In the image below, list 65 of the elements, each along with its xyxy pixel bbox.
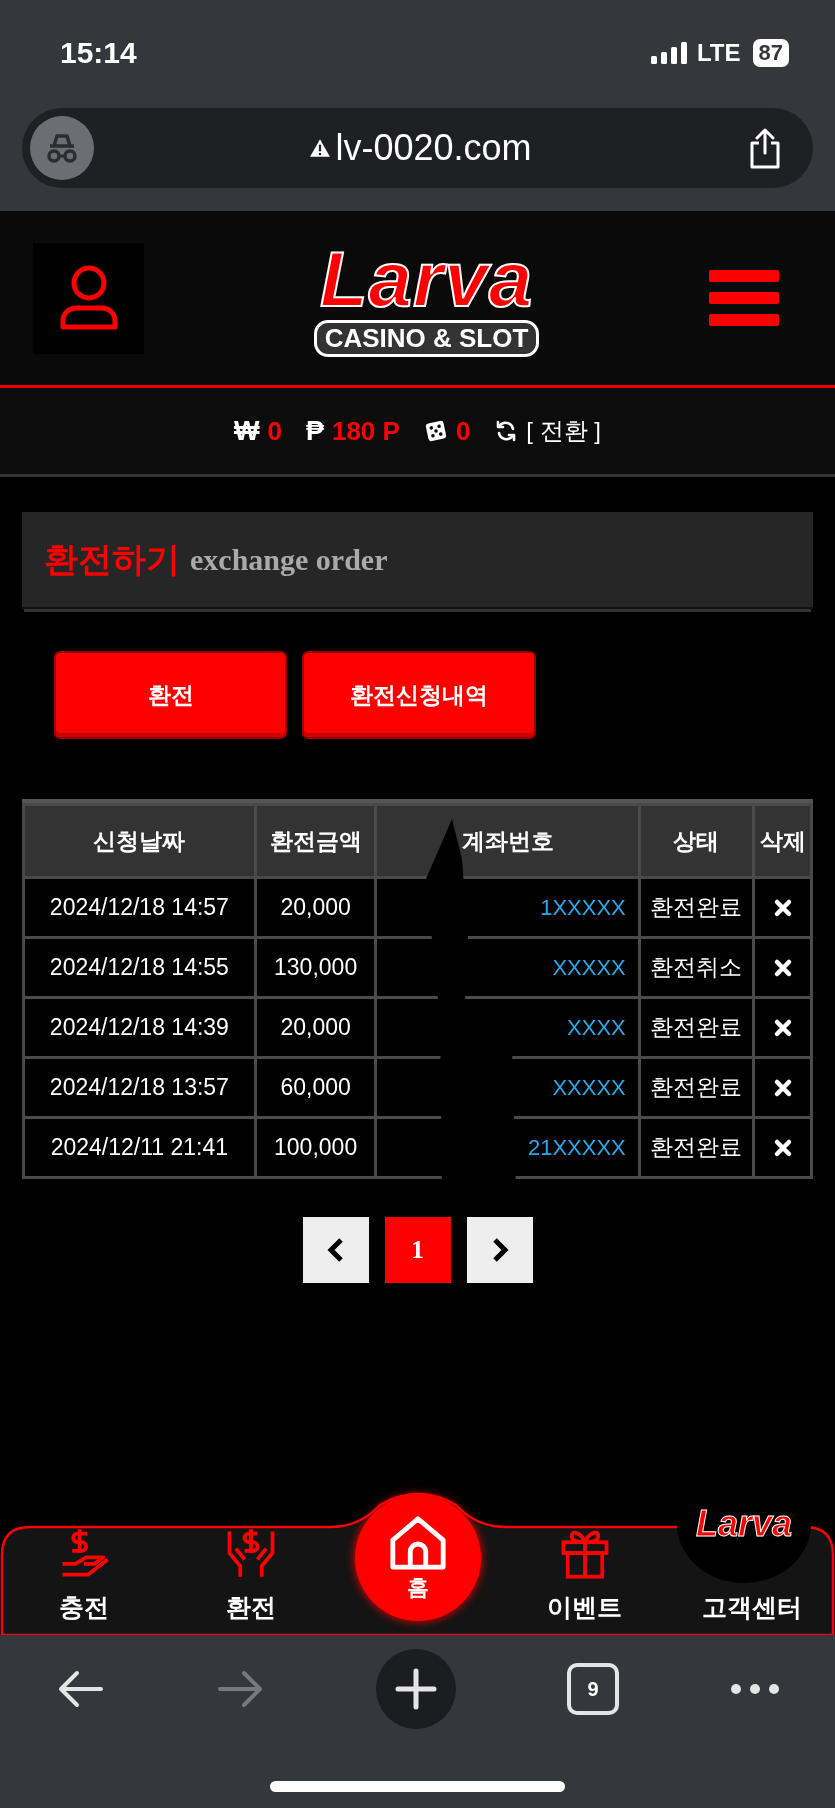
account-link[interactable]: XXXXX [552,955,626,980]
switch-link[interactable]: [ 전환 ] [526,415,602,447]
column-header: 삭제 [755,806,810,876]
table-cell: 2024/12/18 14:57 [25,879,254,936]
page-button[interactable]: 1 [384,1217,451,1283]
table-cell: 2024/12/18 13:57 [25,1059,254,1116]
new-tab-icon[interactable] [376,1649,457,1729]
previous-page-icon[interactable] [302,1217,369,1283]
account-link[interactable]: 21XXXXX [527,1135,626,1160]
account-button[interactable] [33,242,144,354]
url-text: lv-0020.com [335,127,532,169]
nav-item[interactable]: 이벤트 [501,1525,668,1636]
nav-item[interactable]: 충전 [0,1525,167,1636]
balance-value: 0 [267,415,282,447]
table-cell: 60,000 [256,1059,375,1116]
account-link[interactable]: XXXXX [552,1075,626,1100]
delete-icon[interactable] [772,1137,793,1158]
point-sign: ₱ [305,415,324,447]
page-subtitle: exchange order [190,542,388,577]
network-label: LTE [696,38,741,67]
table-cell: 2024/12/18 14:55 [25,939,254,996]
user-icon [58,263,119,333]
address-bar[interactable]: lv-0020.com [22,108,813,188]
delete-icon[interactable] [772,897,793,918]
incognito-icon[interactable] [30,116,94,180]
column-header: 신청날짜 [25,806,254,876]
table-cell: 환전완료 [640,1119,753,1176]
next-page-icon[interactable] [466,1217,533,1283]
more-icon[interactable] [729,1683,780,1695]
table-cell: 환전완료 [640,1059,753,1116]
page-title: 환전하기 [44,538,180,580]
dice-icon [423,419,448,443]
column-header: 환전금액 [256,806,375,876]
table-cell: 환전완료 [640,999,753,1056]
logo-title: Larva [319,239,534,318]
column-header: 상태 [640,806,753,876]
clock-time: 15:14 [60,35,137,70]
table-cell: 130,000 [256,939,375,996]
account-link[interactable]: 1XXXXX [540,895,626,920]
battery-indicator: 87 [752,38,789,67]
delete-icon[interactable] [772,957,793,978]
nav-item[interactable]: 고객센터 [701,1591,802,1624]
warning-icon [309,138,332,158]
balance-value: 0 [455,415,471,447]
delete-icon[interactable] [772,1077,793,1098]
nav-label: 홈 [406,1574,429,1602]
signal-icon [650,41,689,64]
table-cell: 2024/12/18 14:39 [25,999,254,1056]
won-sign: ₩ [233,415,260,447]
logo-subtitle: CASINO & SLOT [313,319,540,357]
table-cell: 100,000 [256,1119,375,1176]
nav-item[interactable]: 환전 [167,1525,334,1636]
balance-value: 180 P [331,415,400,447]
table-cell: 2024/12/11 21:41 [25,1119,254,1176]
table-cell: 환전취소 [640,939,753,996]
tab-button[interactable]: 환전신청내역 [302,651,536,739]
account-link[interactable]: XXXX [567,1015,626,1040]
table-cell: 20,000 [256,999,375,1056]
delete-icon[interactable] [772,1017,793,1038]
tab-button[interactable]: 환전 [54,651,287,739]
table-cell: 환전완료 [640,879,753,936]
menu-icon[interactable] [709,270,779,326]
column-header: 계좌번호 [377,806,638,876]
tab-count-button[interactable]: 9 [567,1663,620,1715]
table-cell: 20,000 [256,879,375,936]
